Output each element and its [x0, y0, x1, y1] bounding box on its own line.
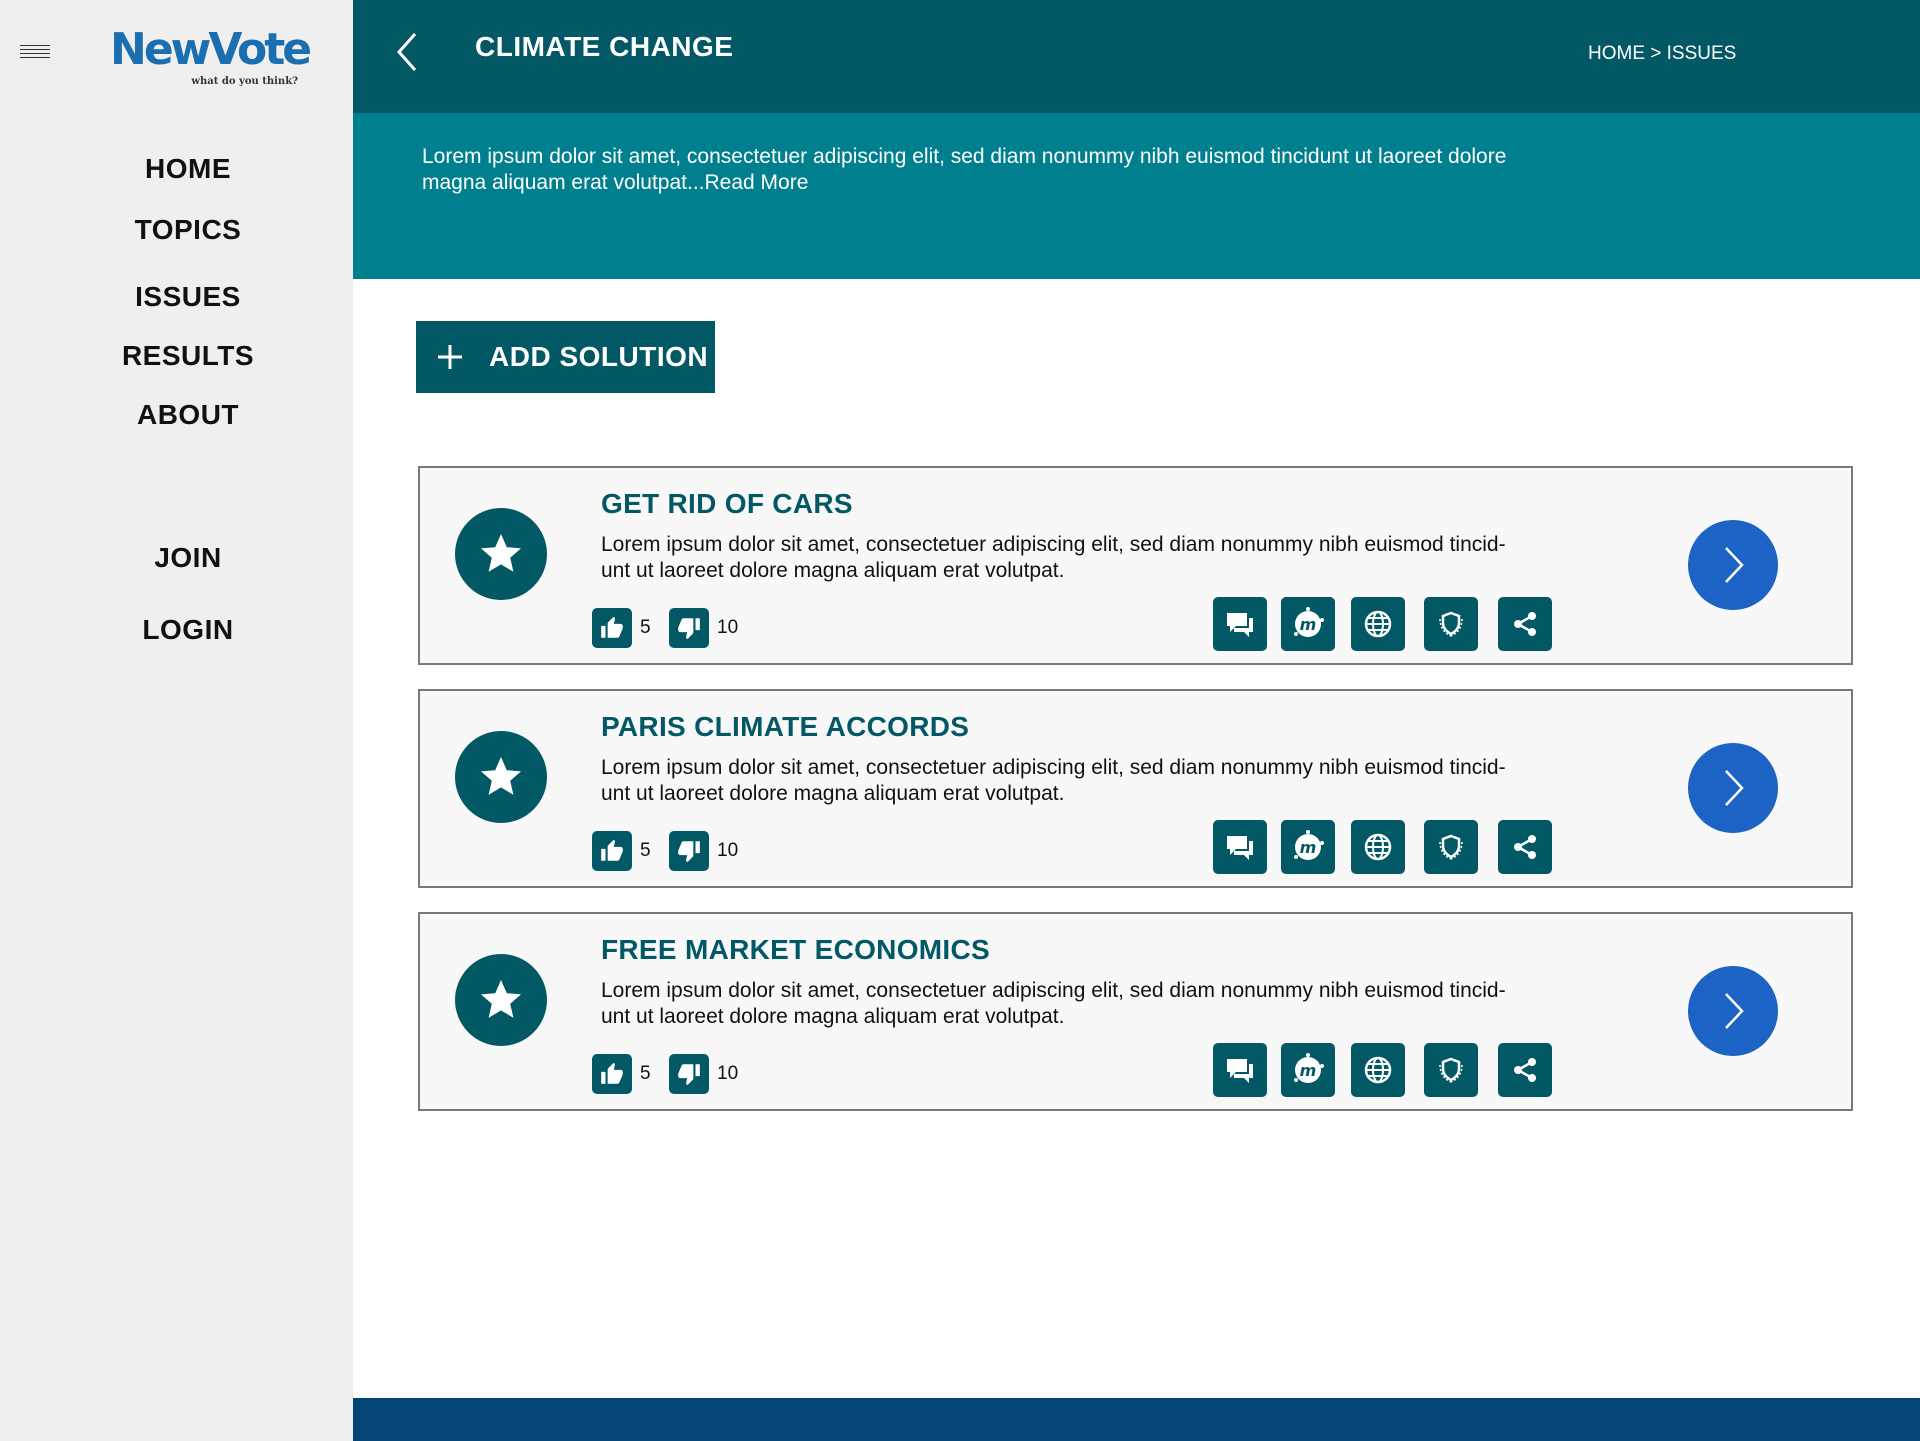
svg-text:m: m: [1300, 838, 1317, 857]
back-arrow-icon[interactable]: [393, 30, 423, 74]
star-icon[interactable]: [455, 954, 547, 1046]
downvote-count: 10: [717, 1063, 739, 1084]
intro-text: Lorem ipsum dolor sit amet, consectetuer…: [422, 144, 1542, 196]
upvote-count: 5: [640, 617, 651, 638]
breadcrumb: HOME > ISSUES: [1588, 43, 1736, 65]
thumbs-up-icon[interactable]: [592, 831, 632, 871]
solution-description: Lorem ipsum dolor sit amet, consectetuer…: [601, 979, 1506, 1028]
thumbs-down-icon[interactable]: [669, 1054, 709, 1094]
nav-join[interactable]: JOIN: [0, 542, 376, 574]
star-icon[interactable]: [455, 731, 547, 823]
nav-topics[interactable]: TOPICS: [0, 214, 376, 246]
svg-text:m: m: [1300, 1061, 1317, 1080]
page-header: CLIMATE CHANGE HOME > ISSUES: [353, 0, 1920, 113]
meetup-icon[interactable]: m: [1281, 820, 1335, 874]
globe-icon[interactable]: [1351, 597, 1405, 651]
logo-tagline: what do you think?: [191, 76, 298, 87]
page-title: CLIMATE CHANGE: [475, 31, 734, 62]
shield-icon[interactable]: [1424, 597, 1478, 651]
comments-icon[interactable]: [1213, 1043, 1267, 1097]
solution-description: Lorem ipsum dolor sit amet, consectetuer…: [601, 756, 1506, 805]
chevron-right-icon: [1725, 993, 1744, 1029]
logo-wordmark: NewVote: [110, 24, 312, 75]
nav-issues[interactable]: ISSUES: [0, 281, 376, 313]
meetup-icon[interactable]: m: [1281, 1043, 1335, 1097]
solution-card: FREE MARKET ECONOMICS Lorem ipsum dolor …: [418, 912, 1853, 1111]
downvote: 10: [669, 1054, 738, 1094]
star-icon[interactable]: [455, 508, 547, 600]
issue-intro: Lorem ipsum dolor sit amet, consectetuer…: [353, 113, 1920, 279]
thumbs-up-icon[interactable]: [592, 1054, 632, 1094]
add-solution-label: ADD SOLUTION: [489, 341, 709, 372]
chevron-right-icon: [1725, 547, 1744, 583]
shield-icon[interactable]: [1424, 820, 1478, 874]
nav-login[interactable]: LOGIN: [0, 614, 376, 646]
add-solution-button[interactable]: ADD SOLUTION: [416, 321, 715, 393]
nav-home[interactable]: HOME: [0, 153, 376, 185]
open-solution-button[interactable]: [1688, 966, 1778, 1056]
downvote-count: 10: [717, 840, 739, 861]
upvote-count: 5: [640, 1063, 651, 1084]
share-icon[interactable]: [1498, 820, 1552, 874]
footer-bar: [353, 1398, 1920, 1441]
breadcrumb-current[interactable]: ISSUES: [1667, 43, 1737, 64]
intro-body: Lorem ipsum dolor sit amet, consectetuer…: [422, 145, 1507, 194]
thumbs-up-icon[interactable]: [592, 608, 632, 648]
upvote: 5: [592, 831, 651, 871]
open-solution-button[interactable]: [1688, 743, 1778, 833]
thumbs-down-icon[interactable]: [669, 608, 709, 648]
downvote: 10: [669, 831, 738, 871]
plus-icon: [438, 345, 462, 369]
downvote: 10: [669, 608, 738, 648]
solution-title[interactable]: FREE MARKET ECONOMICS: [601, 934, 990, 966]
nav-results[interactable]: RESULTS: [0, 340, 376, 372]
downvote-count: 10: [717, 617, 739, 638]
comments-icon[interactable]: [1213, 820, 1267, 874]
logo[interactable]: NewVote what do you think?: [110, 24, 312, 94]
read-more-link[interactable]: Read More: [705, 171, 809, 194]
shield-icon[interactable]: [1424, 1043, 1478, 1097]
sidebar: NewVote what do you think? HOME TOPICS I…: [0, 0, 353, 1441]
upvote-count: 5: [640, 840, 651, 861]
share-icon[interactable]: [1498, 597, 1552, 651]
globe-icon[interactable]: [1351, 1043, 1405, 1097]
solution-card: GET RID OF CARS Lorem ipsum dolor sit am…: [418, 466, 1853, 665]
solution-title[interactable]: GET RID OF CARS: [601, 488, 853, 520]
svg-text:m: m: [1300, 615, 1317, 634]
globe-icon[interactable]: [1351, 820, 1405, 874]
meetup-icon[interactable]: m: [1281, 597, 1335, 651]
open-solution-button[interactable]: [1688, 520, 1778, 610]
comments-icon[interactable]: [1213, 597, 1267, 651]
solution-description: Lorem ipsum dolor sit amet, consectetuer…: [601, 533, 1506, 582]
breadcrumb-home[interactable]: HOME: [1588, 43, 1645, 64]
upvote: 5: [592, 608, 651, 648]
chevron-right-icon: [1725, 770, 1744, 806]
solution-card: PARIS CLIMATE ACCORDS Lorem ipsum dolor …: [418, 689, 1853, 888]
breadcrumb-separator: >: [1645, 43, 1667, 64]
share-icon[interactable]: [1498, 1043, 1552, 1097]
upvote: 5: [592, 1054, 651, 1094]
solution-title[interactable]: PARIS CLIMATE ACCORDS: [601, 711, 969, 743]
nav-about[interactable]: ABOUT: [0, 399, 376, 431]
thumbs-down-icon[interactable]: [669, 831, 709, 871]
hamburger-menu-icon[interactable]: [20, 45, 50, 59]
